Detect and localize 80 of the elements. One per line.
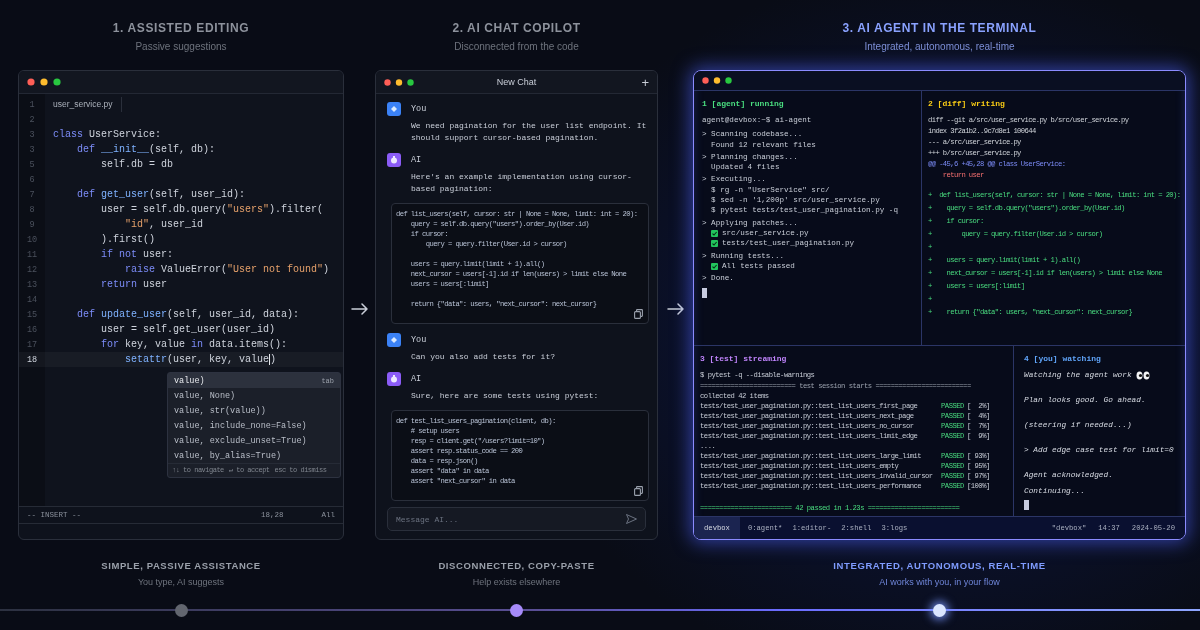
- line-number: 5: [28, 159, 36, 170]
- suggestion-item[interactable]: value, exclude_unset=True): [168, 433, 340, 448]
- timeline-dot[interactable]: [510, 603, 523, 617]
- code-line: def update_user(self, user_id, data):: [76, 309, 300, 320]
- copy-icon[interactable]: [634, 309, 643, 319]
- code-line: if not user:: [100, 249, 174, 260]
- code-line: user = self.get_user(user_id): [100, 324, 276, 335]
- timeline-dot[interactable]: [174, 603, 188, 617]
- code-line: "id", user_id: [124, 219, 204, 230]
- line-number: 9: [28, 219, 36, 230]
- window-controls-icon[interactable]: [27, 78, 61, 86]
- pane-title: 3 [test] streaming: [700, 354, 787, 364]
- line-number: 15: [25, 309, 39, 320]
- message-text: Can you also add tests for it?: [411, 351, 557, 363]
- message-input[interactable]: Message AI...: [387, 507, 646, 531]
- timeline-dot[interactable]: [933, 603, 946, 617]
- line-number: 3: [28, 129, 36, 140]
- code-line: self.db = db: [100, 159, 174, 170]
- code-line: def __init__(self, db):: [76, 144, 216, 155]
- line-number: 11: [25, 249, 39, 260]
- line-number: 13: [25, 279, 39, 290]
- caption-title: SIMPLE, PASSIVE ASSISTANCE: [101, 560, 261, 572]
- line-number: 7: [28, 189, 36, 200]
- window-title: New Chat: [496, 77, 537, 87]
- line-number: 14: [25, 294, 39, 305]
- stage-title: 1. ASSISTED EDITING: [112, 20, 250, 36]
- caption-title: DISCONNECTED, COPY-PASTE: [438, 560, 595, 572]
- line-number: 3: [28, 144, 36, 155]
- send-icon[interactable]: [626, 514, 637, 524]
- suggestion-item[interactable]: value, str(value)): [168, 403, 340, 418]
- code-line: class UserService:: [52, 129, 162, 140]
- pane-title: 1 [agent] running: [702, 99, 784, 109]
- window-controls-icon[interactable]: [702, 77, 732, 84]
- arrow-icon: [350, 303, 369, 315]
- message-text: Here's an example implementation using cursor-based pagination:: [411, 171, 633, 195]
- file-tab[interactable]: user_service.py: [45, 97, 122, 112]
- suggestion-item[interactable]: value, include_none=False): [168, 418, 340, 433]
- suggestion-item[interactable]: value, by_alias=True): [168, 448, 340, 463]
- stage-subtitle: Disconnected from the code: [454, 40, 579, 53]
- window-controls-icon[interactable]: [384, 78, 414, 86]
- caption-title: INTEGRATED, AUTONOMOUS, REAL-TIME: [833, 560, 1046, 572]
- sender-name: You: [411, 335, 427, 345]
- line-number: 2: [28, 114, 36, 125]
- checkbox-icon: [711, 262, 718, 270]
- code-line: setattr(user, key, value): [124, 353, 277, 366]
- line-number: 8: [28, 204, 36, 215]
- copy-icon[interactable]: [634, 486, 643, 496]
- arrow-icon: [666, 303, 685, 315]
- pane-title: 4 [you] watching: [1024, 354, 1101, 364]
- sender-name: AI: [411, 155, 422, 165]
- line-number: 6: [28, 174, 36, 185]
- new-chat-button[interactable]: +: [641, 75, 649, 89]
- pane-title: 2 [diff] writing: [928, 99, 1005, 109]
- line-number: 18: [25, 354, 39, 365]
- code-line: def get_user(self, user_id):: [76, 189, 246, 200]
- code-line: ).first(): [100, 234, 156, 245]
- caption: You type, AI suggests: [137, 576, 225, 588]
- line-number: 12: [25, 264, 39, 275]
- checkbox-icon: [711, 239, 718, 247]
- caption: AI works with you, in your flow: [879, 576, 1000, 588]
- stage-title: 2. AI CHAT COPILOT: [452, 20, 581, 36]
- code-line: return user: [100, 279, 168, 290]
- sender-name: AI: [411, 374, 422, 384]
- stage-subtitle: Integrated, autonomous, real-time: [864, 40, 1015, 53]
- sender-name: You: [411, 104, 427, 114]
- code-line: raise ValueError("User not found"): [124, 264, 330, 275]
- code-line: for key, value in data.items():: [100, 339, 288, 350]
- message-text: Sure, here are some tests using pytest:: [411, 390, 600, 402]
- stage-subtitle: Passive suggestions: [135, 40, 227, 53]
- message-text: We need pagination for the user list endpoint. It should support cursor-based pagination.: [411, 120, 648, 144]
- line-number: 16: [25, 324, 39, 335]
- line-number: 10: [25, 234, 39, 245]
- line-number: 17: [25, 339, 39, 350]
- stage-title: 3. AI AGENT IN THE TERMINAL: [842, 20, 1037, 36]
- code-line: user = self.db.query("users").filter(: [100, 204, 324, 215]
- suggestion-item[interactable]: value, None): [168, 388, 340, 403]
- eyes-icon: [1135, 371, 1150, 380]
- caption: Help exists elsewhere: [472, 576, 561, 588]
- line-number: 1: [28, 99, 36, 110]
- checkbox-icon: [711, 229, 718, 237]
